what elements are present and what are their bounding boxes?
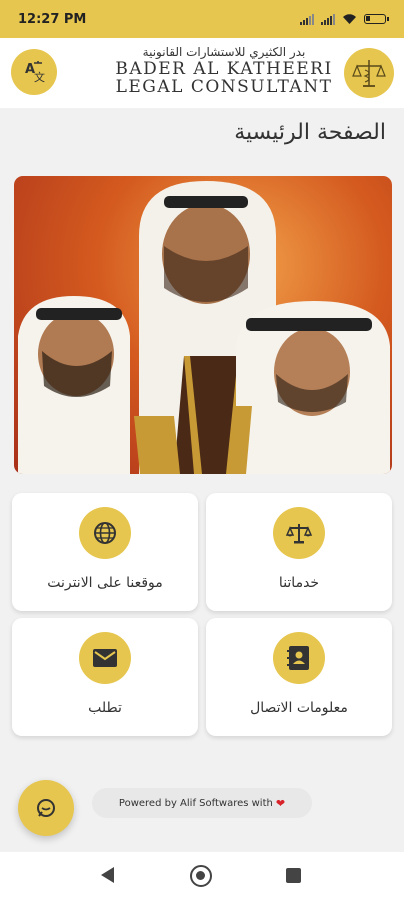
wifi-icon	[343, 14, 356, 24]
portrait-illustration	[18, 181, 390, 474]
tile-request-label: تطلب	[88, 700, 122, 716]
tile-services-label: خدماتنا	[278, 575, 320, 591]
mail-icon	[79, 632, 131, 684]
brand-name-line1: BADER AL KATHEERI	[115, 59, 333, 79]
chat-icon	[37, 799, 55, 817]
tile-website[interactable]: موقعنا على الانترنت	[12, 493, 198, 611]
app-header: A 文 بدر الكثيري للاستشارات القانونية BAD…	[0, 38, 404, 108]
brand-name-arabic: بدر الكثيري للاستشارات القانونية	[142, 45, 306, 59]
brand-name-line2: LEGAL CONSULTANT	[115, 77, 333, 97]
hero-image	[14, 176, 392, 474]
scales-caduceus-icon	[352, 60, 386, 87]
signal-1-icon	[300, 13, 314, 25]
heart-icon: ❤	[275, 796, 286, 810]
battery-icon	[364, 14, 389, 24]
svg-text:文: 文	[34, 70, 45, 84]
globe-icon	[79, 507, 131, 559]
tile-contact-info-label: معلومات الاتصال	[250, 700, 348, 716]
status-bar: 12:27 PM	[0, 0, 404, 38]
chat-button[interactable]	[18, 780, 74, 836]
tile-website-label: موقعنا على الانترنت	[47, 575, 163, 591]
powered-by-badge[interactable]: Powered by Alif Softwares with ❤	[92, 788, 312, 818]
system-nav-bar	[0, 852, 404, 900]
brand-logo-text: بدر الكثيري للاستشارات القانونية BADER A…	[114, 44, 334, 96]
tile-contact-info[interactable]: معلومات الاتصال	[206, 618, 392, 736]
home-icon[interactable]	[190, 865, 212, 887]
status-time: 12:27 PM	[18, 11, 87, 27]
translate-button[interactable]: A 文	[11, 49, 57, 95]
translate-icon: A 文	[25, 61, 45, 84]
tile-request[interactable]: تطلب	[12, 618, 198, 736]
signal-2-icon	[321, 13, 335, 25]
tile-services[interactable]: خدماتنا	[206, 493, 392, 611]
back-icon[interactable]	[101, 867, 114, 883]
brand-logo	[344, 48, 394, 98]
page-title: الصفحة الرئيسية	[234, 120, 386, 145]
status-icons	[300, 13, 389, 25]
recent-apps-icon[interactable]	[286, 868, 301, 883]
scales-icon	[273, 507, 325, 559]
powered-by-text: Powered by Alif Softwares with	[118, 797, 273, 809]
contact-book-icon	[273, 632, 325, 684]
